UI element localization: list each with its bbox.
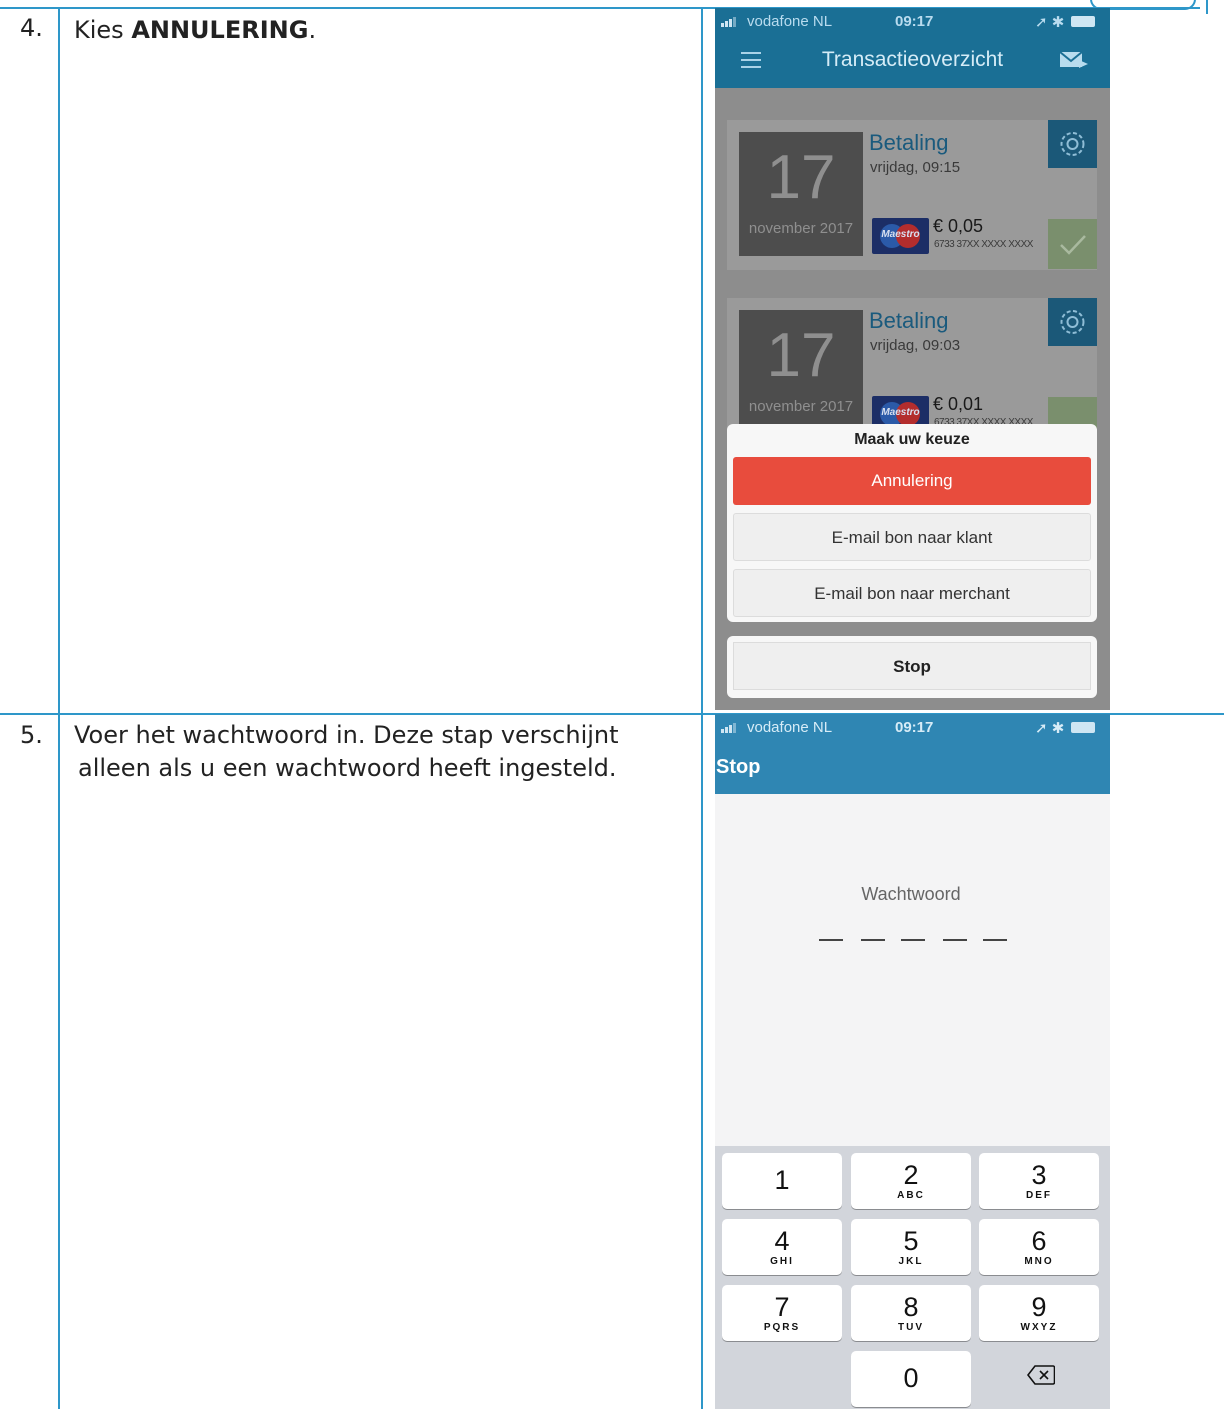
step-text-end: .: [308, 16, 317, 44]
backspace-icon[interactable]: [1027, 1365, 1055, 1385]
key-8[interactable]: 8 TUV: [851, 1285, 971, 1341]
password-digit-placeholder: [861, 939, 885, 941]
table-column-divider-1: [58, 8, 60, 1409]
transaction-card[interactable]: 17 november 2017 Betaling vrijdag, 09:15…: [727, 120, 1097, 270]
clock: 09:17: [895, 13, 934, 30]
action-sheet-title: Maak uw keuze: [854, 431, 970, 448]
signal-icon: [721, 15, 743, 27]
table-column-divider-2: [701, 8, 703, 1409]
transaction-amount: € 0,01: [933, 394, 984, 414]
battery-icon: [1071, 722, 1095, 733]
email-merchant-button[interactable]: E-mail bon naar merchant: [733, 569, 1091, 617]
password-digit-placeholder: [983, 939, 1007, 941]
instruction-document: 4. Kies ANNULERING. 5. Voer het wachtwoo…: [0, 0, 1224, 1409]
send-mail-icon[interactable]: [1059, 50, 1089, 70]
status-bar: vodafone NL 09:17 ➚ ✱: [715, 714, 1110, 740]
annulering-button[interactable]: Annulering: [733, 457, 1091, 505]
step-number: 5.: [20, 721, 43, 749]
carrier-label: vodafone NL: [747, 13, 833, 30]
date-month: november 2017: [748, 220, 854, 237]
date-day: 17: [766, 321, 836, 390]
date-month: november 2017: [748, 398, 854, 415]
email-customer-button[interactable]: E-mail bon naar klant: [733, 513, 1091, 561]
password-digit-placeholder: [943, 939, 967, 941]
step-instruction: Voer het wachtwoord in. Deze stap versch…: [74, 719, 674, 785]
step-text-line-2: alleen als u een wachtwoord heeft ingest…: [78, 754, 617, 782]
maestro-logo: Maestro: [872, 218, 929, 254]
page-title: Transactieoverzicht: [821, 48, 1004, 71]
signal-icon: [721, 721, 743, 733]
location-bluetooth-icons: ➚ ✱: [1035, 720, 1065, 737]
phone-screenshot-transactions: vodafone NL 09:17 ➚ ✱ Transactieoverzich…: [715, 8, 1110, 710]
step-instruction: Kies ANNULERING.: [74, 14, 674, 47]
step-text: Kies: [74, 16, 132, 44]
stop-back-button[interactable]: Stop: [716, 756, 760, 779]
card-number: 6733 37XX XXXX XXXX: [934, 239, 1033, 250]
action-sheet: Maak uw keuze Annulering E-mail bon naar…: [727, 424, 1097, 622]
phone-screenshot-password: vodafone NL 09:17 ➚ ✱ Stop Wachtwoord 1 …: [715, 714, 1110, 1409]
key-5[interactable]: 5 JKL: [851, 1219, 971, 1275]
key-3[interactable]: 3 DEF: [979, 1153, 1099, 1209]
step-text-emphasis: ANNULERING: [131, 16, 309, 44]
transaction-amount: € 0,05: [933, 216, 984, 236]
status-bar: vodafone NL 09:17 ➚ ✱: [715, 8, 1110, 34]
key-9[interactable]: 9 WXYZ: [979, 1285, 1099, 1341]
date-tile: 17 november 2017: [739, 310, 863, 434]
settings-gear-icon[interactable]: [1048, 120, 1097, 168]
key-1[interactable]: 1: [722, 1153, 842, 1209]
settings-gear-icon[interactable]: [1048, 298, 1097, 346]
battery-icon: [1071, 16, 1095, 27]
step-text-line-1: Voer het wachtwoord in. Deze stap versch…: [74, 721, 619, 749]
transaction-datetime: vrijdag, 09:03: [870, 337, 961, 354]
key-0[interactable]: 0: [851, 1351, 971, 1407]
date-tile: 17 november 2017: [739, 132, 863, 256]
carrier-label: vodafone NL: [747, 719, 833, 736]
key-7[interactable]: 7 PQRS: [722, 1285, 842, 1341]
transaction-datetime: vrijdag, 09:15: [870, 159, 961, 176]
stop-button[interactable]: Stop: [733, 642, 1091, 690]
date-day: 17: [766, 143, 836, 212]
numeric-keypad: 1 2 ABC 3 DEF 4 GHI 5 JKL 6 MNO 7 PQRS 8 TUV 9W…: [715, 1146, 1110, 1409]
header-divider: [1206, 0, 1208, 14]
key-4[interactable]: 4 GHI: [722, 1219, 842, 1275]
password-digit-placeholder: [901, 939, 925, 941]
key-2[interactable]: 2 ABC: [851, 1153, 971, 1209]
location-bluetooth-icons: ➚ ✱: [1035, 14, 1065, 31]
password-label: Wachtwoord: [861, 884, 961, 904]
transaction-type: Betaling: [869, 308, 949, 333]
transaction-type: Betaling: [869, 130, 949, 155]
key-6[interactable]: 6 MNO: [979, 1219, 1099, 1275]
cancel-sheet: Stop: [727, 636, 1097, 698]
checkmark-icon: [1048, 219, 1097, 269]
password-digit-placeholder: [819, 939, 843, 941]
step-number: 4.: [20, 14, 43, 42]
clock: 09:17: [895, 719, 934, 736]
